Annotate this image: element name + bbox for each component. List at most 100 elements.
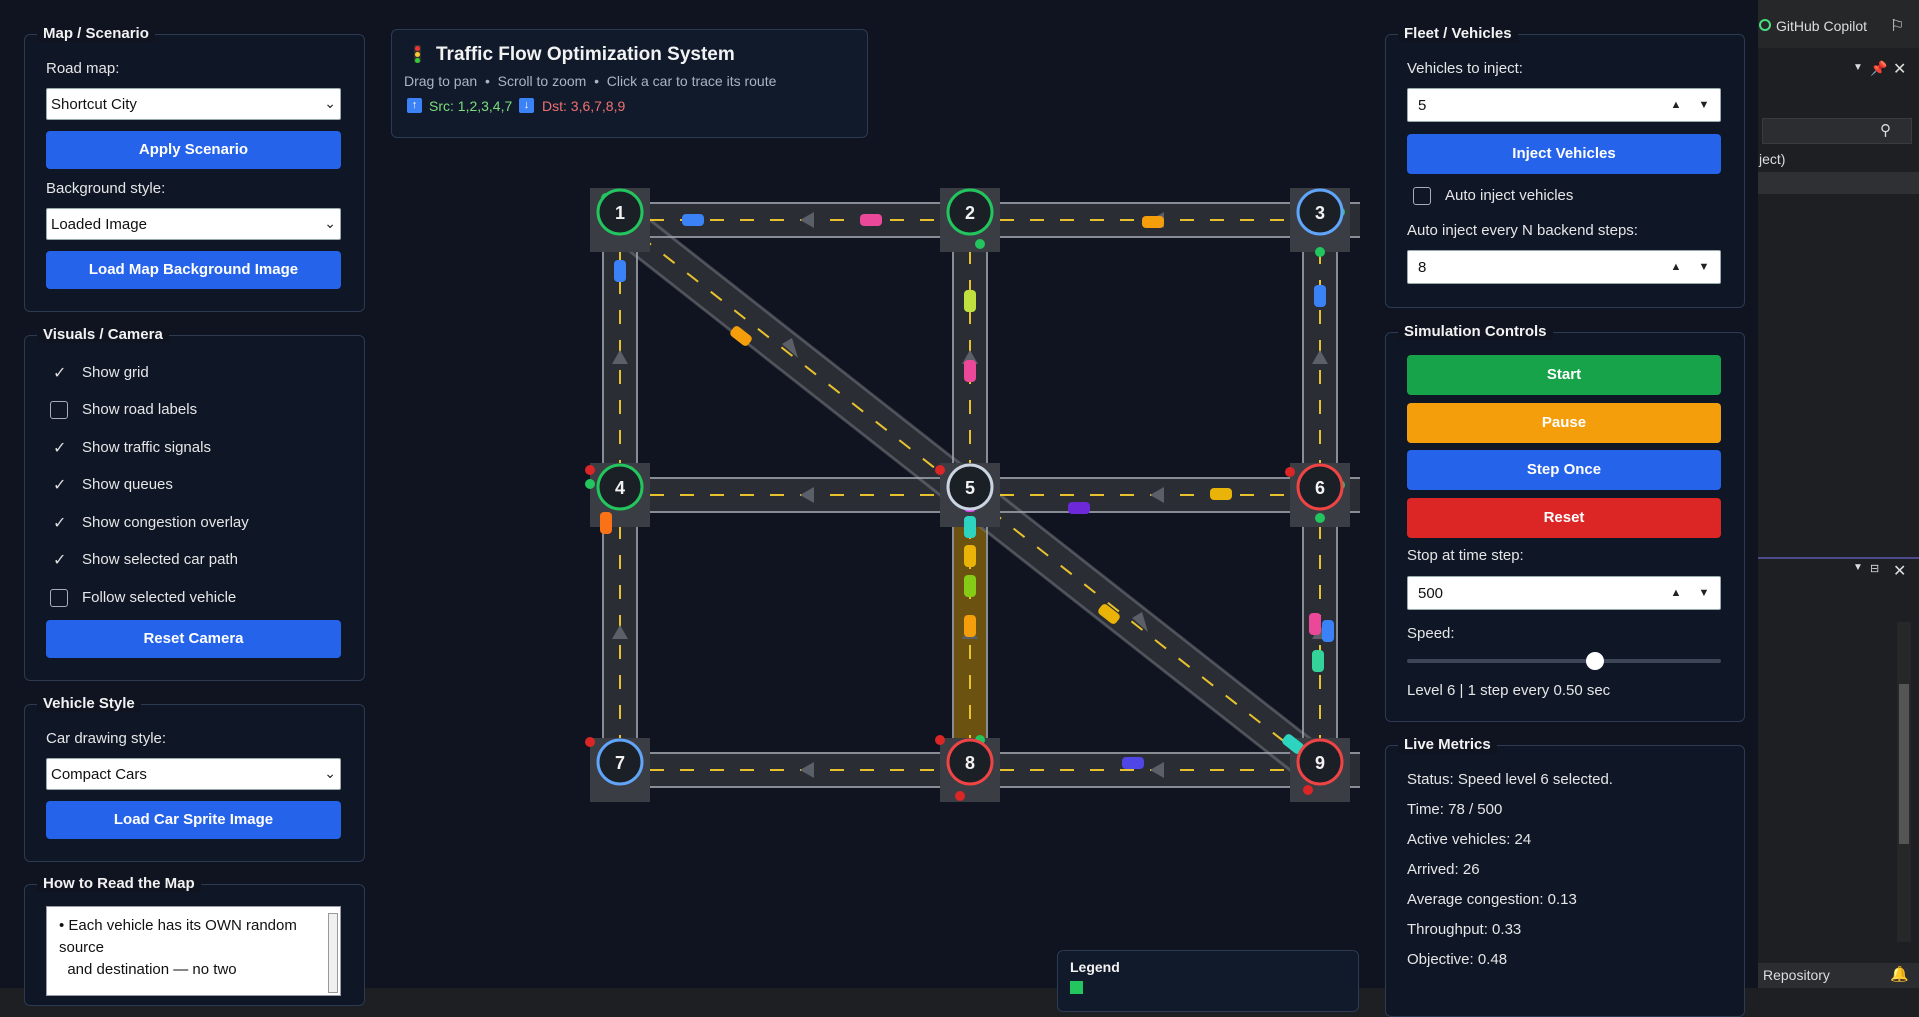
checkmark-icon[interactable]: ✓	[53, 513, 66, 533]
speed-slider[interactable]	[1407, 652, 1721, 670]
howto-line: source	[59, 939, 105, 956]
background-style-select[interactable]: Loaded Image ⌄	[46, 208, 341, 240]
start-button[interactable]: Start	[1407, 355, 1721, 395]
background-style-label: Background style:	[46, 180, 166, 197]
bell-icon[interactable]: 🔔	[1890, 965, 1909, 983]
chevron-down-icon: ⌄	[324, 215, 336, 231]
inject-count-input[interactable]: 5 ▲ ▼	[1407, 88, 1721, 122]
search-icon: ⚲	[1880, 122, 1891, 139]
speed-label: Speed:	[1407, 625, 1455, 642]
legend-title: Legend	[1070, 959, 1120, 975]
node-label-5: 5	[965, 478, 975, 498]
stop-step-input[interactable]: 500 ▲ ▼	[1407, 576, 1721, 610]
visuals-camera-title: Visuals / Camera	[37, 326, 169, 343]
load-background-button[interactable]: Load Map Background Image	[46, 251, 341, 289]
vehicle	[1314, 285, 1326, 307]
up-arrow-icon: ↑	[407, 98, 422, 113]
checkbox-box[interactable]	[50, 401, 68, 419]
howto-scrollbar[interactable]	[328, 913, 338, 993]
close-icon[interactable]: ✕	[1893, 561, 1906, 581]
vehicle	[614, 260, 626, 282]
copilot-label[interactable]: GitHub Copilot	[1776, 18, 1867, 34]
speed-text: Level 6 | 1 step every 0.50 sec	[1407, 682, 1611, 699]
auto-every-input[interactable]: 8 ▲ ▼	[1407, 250, 1721, 284]
checkmark-icon[interactable]: ✓	[53, 550, 66, 570]
checkmark-icon[interactable]: ✓	[53, 363, 66, 383]
app-subtitle: Drag to pan • Scroll to zoom • Click a c…	[404, 73, 777, 89]
car-style-value: Compact Cars	[51, 766, 147, 783]
checkbox-box[interactable]	[50, 589, 68, 607]
legend-panel: Legend	[1057, 950, 1359, 1012]
car-style-label: Car drawing style:	[46, 730, 167, 747]
inject-count-value: 5	[1418, 97, 1427, 114]
howto-line: • Each vehicle has its OWN random	[59, 917, 297, 934]
stop-step-label: Stop at time step:	[1407, 547, 1524, 564]
vehicle	[682, 214, 704, 226]
feedback-icon[interactable]: ⚐	[1890, 16, 1904, 36]
load-sprite-button[interactable]: Load Car Sprite Image	[46, 801, 341, 839]
simulation-title: Simulation Controls	[1398, 323, 1553, 340]
node-label-2: 2	[965, 203, 975, 223]
chevron-down-icon[interactable]: ▼	[1853, 62, 1863, 73]
pin-icon[interactable]: 📌	[1870, 60, 1887, 77]
decrement-icon[interactable]: ▼	[1692, 95, 1716, 115]
increment-icon[interactable]: ▲	[1664, 583, 1688, 603]
checkmark-icon[interactable]: ✓	[53, 438, 66, 458]
checkbox-label: Show road labels	[82, 401, 198, 418]
reset-button[interactable]: Reset	[1407, 498, 1721, 538]
inject-vehicles-button[interactable]: Inject Vehicles	[1407, 134, 1721, 174]
metric-line: Active vehicles: 24	[1407, 831, 1532, 848]
ide-divider	[1758, 557, 1919, 559]
auto-every-label: Auto inject every N backend steps:	[1407, 222, 1638, 239]
metric-line: Objective: 0.48	[1407, 951, 1508, 968]
road-map-label: Road map:	[46, 60, 120, 77]
node-label-9: 9	[1315, 753, 1325, 773]
road-map-value: Shortcut City	[51, 96, 137, 113]
vehicle	[964, 575, 976, 597]
step-once-button[interactable]: Step Once	[1407, 450, 1721, 490]
map-scenario-title: Map / Scenario	[37, 25, 155, 42]
howto-line: and destination — no two	[59, 961, 237, 978]
metric-line: Throughput: 0.33	[1407, 921, 1522, 938]
repository-label[interactable]: Repository	[1763, 967, 1830, 983]
destination-list: Dst: 3,6,7,8,9	[542, 98, 626, 114]
road-map-select[interactable]: Shortcut City ⌄	[46, 88, 341, 120]
checkmark-icon[interactable]: ✓	[53, 475, 66, 495]
metric-line: Status: Speed level 6 selected.	[1407, 771, 1613, 788]
increment-icon[interactable]: ▲	[1664, 95, 1688, 115]
vehicle	[1122, 757, 1144, 769]
car-style-select[interactable]: Compact Cars ⌄	[46, 758, 341, 790]
stop-step-value: 500	[1418, 585, 1444, 602]
dock-icon[interactable]: ⊟	[1870, 562, 1879, 575]
close-icon[interactable]: ✕	[1893, 59, 1906, 79]
ide-search-bar[interactable]: ⚲	[1762, 118, 1912, 144]
vehicle	[964, 615, 976, 637]
pause-button[interactable]: Pause	[1407, 403, 1721, 443]
app-title: Traffic Flow Optimization System	[436, 44, 735, 65]
vehicle	[964, 516, 976, 538]
checkbox-label: Show selected car path	[82, 551, 238, 568]
chevron-down-icon: ⌄	[324, 765, 336, 781]
road-map-canvas[interactable]: 1 2 3 4 5 6 7 8 9	[560, 160, 1380, 810]
ide-tree-item[interactable]: ject)	[1759, 151, 1785, 167]
decrement-icon[interactable]: ▼	[1692, 583, 1716, 603]
checkbox-box[interactable]	[1413, 187, 1431, 205]
ide-scrollbar[interactable]	[1897, 622, 1911, 942]
vehicle	[860, 214, 882, 226]
decrement-icon[interactable]: ▼	[1692, 257, 1716, 277]
checkbox-label: Show queues	[82, 476, 173, 493]
speed-slider-track	[1407, 659, 1721, 663]
checkbox-label: Show grid	[82, 364, 149, 381]
howto-textbox[interactable]: • Each vehicle has its OWN random source…	[46, 906, 341, 996]
vehicle	[964, 290, 976, 312]
reset-camera-button[interactable]: Reset Camera	[46, 620, 341, 658]
down-arrow-icon: ↓	[519, 98, 534, 113]
scrollbar-thumb[interactable]	[1899, 684, 1909, 844]
apply-scenario-button[interactable]: Apply Scenario	[46, 131, 341, 169]
vehicle	[1312, 650, 1324, 672]
metrics-title: Live Metrics	[1398, 736, 1497, 753]
increment-icon[interactable]: ▲	[1664, 257, 1688, 277]
vehicle	[964, 545, 976, 567]
chevron-down-icon[interactable]: ▼	[1853, 562, 1863, 573]
metric-line: Average congestion: 0.13	[1407, 891, 1577, 908]
